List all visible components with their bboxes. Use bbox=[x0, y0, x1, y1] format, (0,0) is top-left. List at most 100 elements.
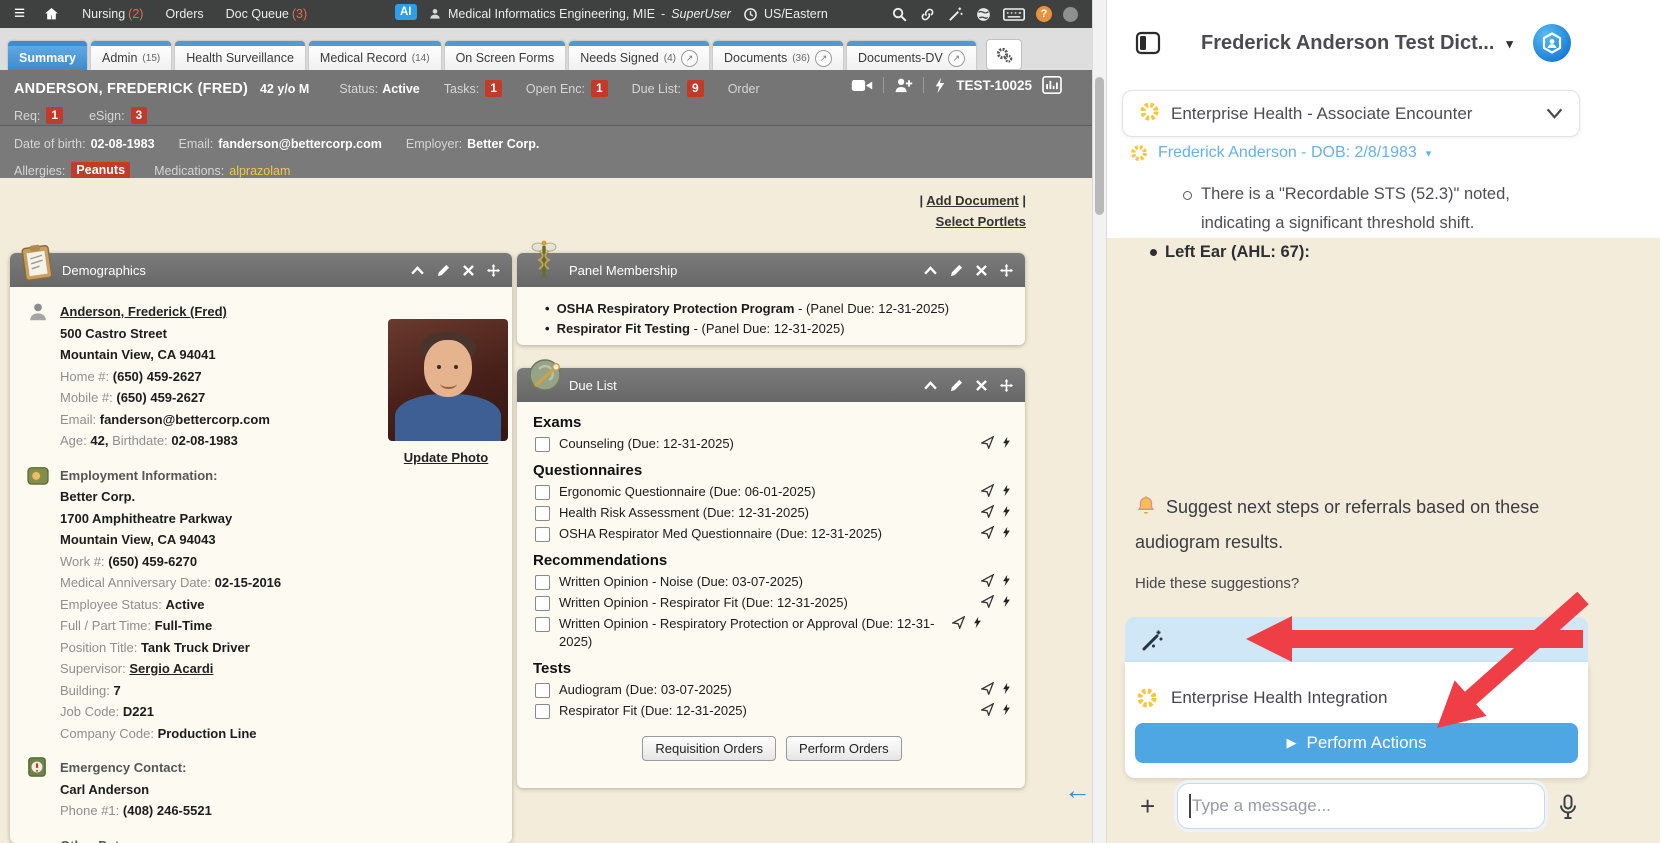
open-enc-count-badge[interactable]: 1 bbox=[591, 80, 608, 97]
send-order-icon[interactable] bbox=[981, 505, 994, 518]
send-order-icon[interactable] bbox=[981, 595, 994, 608]
perform-order-icon[interactable] bbox=[1002, 436, 1011, 449]
scrollbar-thumb[interactable] bbox=[1095, 77, 1104, 215]
checkbox[interactable] bbox=[535, 617, 550, 632]
tab-health-surveillance[interactable]: Health Surveillance bbox=[175, 41, 305, 70]
nav-orders[interactable]: Orders bbox=[165, 7, 203, 21]
bar-chart-icon[interactable] bbox=[1042, 76, 1062, 94]
popout-icon[interactable]: ↗ bbox=[815, 50, 832, 67]
checkbox[interactable] bbox=[535, 596, 550, 611]
send-order-icon[interactable] bbox=[981, 436, 994, 449]
due-list-header[interactable]: Due List bbox=[517, 368, 1025, 402]
video-camera-icon[interactable] bbox=[851, 78, 873, 93]
nav-doc-queue[interactable]: Doc Queue(3) bbox=[226, 7, 308, 21]
globe-icon[interactable] bbox=[975, 6, 992, 23]
popout-icon[interactable]: ↗ bbox=[681, 50, 698, 67]
tab-settings-button[interactable] bbox=[986, 39, 1022, 70]
edit-icon[interactable] bbox=[950, 379, 963, 392]
search-icon[interactable] bbox=[891, 6, 908, 23]
suggestion-bar[interactable] bbox=[1125, 617, 1588, 662]
order-link[interactable]: Order bbox=[728, 82, 760, 96]
encounter-card[interactable]: Enterprise Health - Associate Encounter bbox=[1122, 90, 1580, 137]
send-order-icon[interactable] bbox=[981, 682, 994, 695]
tab-needs-signed[interactable]: Needs Signed(4)↗ bbox=[569, 41, 709, 70]
microphone-icon[interactable] bbox=[1558, 794, 1578, 825]
tab-documents-dv[interactable]: Documents-DV↗ bbox=[847, 41, 976, 70]
hide-suggestions-link[interactable]: Hide these suggestions? bbox=[1135, 575, 1299, 592]
move-icon[interactable] bbox=[1000, 379, 1013, 392]
add-document-link[interactable]: Add Document bbox=[926, 193, 1018, 208]
req-count-badge[interactable]: 1 bbox=[46, 107, 63, 124]
send-order-icon[interactable] bbox=[981, 703, 994, 716]
edit-icon[interactable] bbox=[437, 264, 450, 277]
keyboard-icon[interactable] bbox=[1003, 7, 1025, 22]
bolt-icon[interactable] bbox=[934, 77, 946, 94]
help-icon[interactable]: ? bbox=[1036, 6, 1052, 22]
perform-actions-button[interactable]: ▶ Perform Actions bbox=[1135, 723, 1578, 763]
tab-admin[interactable]: Admin(15) bbox=[91, 41, 171, 70]
close-icon[interactable] bbox=[976, 265, 987, 276]
tab-medical-record[interactable]: Medical Record(14) bbox=[309, 41, 441, 70]
perform-order-icon[interactable] bbox=[1002, 682, 1011, 695]
esign-count-badge[interactable]: 3 bbox=[131, 107, 148, 124]
medication-value[interactable]: alprazolam bbox=[229, 164, 290, 178]
send-order-icon[interactable] bbox=[981, 484, 994, 497]
checkbox[interactable] bbox=[535, 704, 550, 719]
wand-icon[interactable] bbox=[947, 6, 964, 23]
collapse-icon[interactable] bbox=[924, 266, 937, 275]
move-icon[interactable] bbox=[1000, 264, 1013, 277]
home-icon[interactable] bbox=[43, 6, 60, 22]
perform-order-icon[interactable] bbox=[1002, 526, 1011, 539]
ai-badge[interactable]: AI bbox=[395, 4, 417, 20]
perform-order-icon[interactable] bbox=[1002, 595, 1011, 608]
checkbox[interactable] bbox=[535, 506, 550, 521]
requisition-orders-button[interactable]: Requisition Orders bbox=[642, 736, 776, 761]
perform-order-icon[interactable] bbox=[1002, 484, 1011, 497]
close-icon[interactable] bbox=[976, 380, 987, 391]
timezone-label[interactable]: US/Eastern bbox=[764, 7, 828, 21]
tab-documents[interactable]: Documents(36)↗ bbox=[713, 41, 843, 70]
collapse-icon[interactable] bbox=[411, 266, 424, 275]
checkbox[interactable] bbox=[535, 683, 550, 698]
popout-icon[interactable]: ↗ bbox=[948, 50, 965, 67]
send-order-icon[interactable] bbox=[981, 526, 994, 539]
tab-summary[interactable]: Summary bbox=[8, 41, 87, 70]
tab-on-screen-forms[interactable]: On Screen Forms bbox=[445, 41, 566, 70]
checkbox[interactable] bbox=[535, 437, 550, 452]
demographics-header[interactable]: Demographics bbox=[10, 253, 512, 287]
checkbox[interactable] bbox=[535, 527, 550, 542]
edit-icon[interactable] bbox=[950, 264, 963, 277]
send-order-icon[interactable] bbox=[952, 616, 965, 629]
panel-membership-header[interactable]: Panel Membership bbox=[517, 253, 1025, 287]
patient-name-link[interactable]: Anderson, Frederick (Fred) bbox=[60, 304, 227, 319]
perform-order-icon[interactable] bbox=[1002, 505, 1011, 518]
move-icon[interactable] bbox=[487, 264, 500, 277]
close-icon[interactable] bbox=[463, 265, 474, 276]
collapse-icon[interactable] bbox=[924, 381, 937, 390]
assistant-logo-icon[interactable] bbox=[1533, 24, 1571, 62]
panel-toggle-icon[interactable] bbox=[1135, 30, 1161, 61]
chevron-down-icon[interactable] bbox=[1546, 108, 1563, 119]
add-person-icon[interactable] bbox=[894, 77, 913, 93]
perform-orders-button[interactable]: Perform Orders bbox=[786, 736, 902, 761]
supervisor-link[interactable]: Sergio Acardi bbox=[129, 661, 213, 676]
attach-plus-icon[interactable]: + bbox=[1140, 791, 1155, 822]
message-input[interactable] bbox=[1177, 783, 1545, 829]
select-portlets-link[interactable]: Select Portlets bbox=[936, 214, 1026, 229]
due-list-count-badge[interactable]: 9 bbox=[687, 80, 704, 97]
link-icon[interactable] bbox=[919, 6, 936, 23]
back-arrow-icon[interactable]: ← bbox=[1064, 775, 1091, 806]
checkbox[interactable] bbox=[535, 575, 550, 590]
perform-order-icon[interactable] bbox=[1002, 703, 1011, 716]
update-photo-link[interactable]: Update Photo bbox=[404, 450, 489, 465]
conversation-title[interactable]: Frederick Anderson Test Dict... ▾ bbox=[1201, 32, 1513, 55]
perform-order-icon[interactable] bbox=[1002, 574, 1011, 587]
perform-order-icon[interactable] bbox=[973, 616, 982, 629]
scrollbar-track[interactable] bbox=[1092, 0, 1107, 843]
checkbox[interactable] bbox=[535, 485, 550, 500]
suggestion-prompt[interactable]: Suggest next steps or referrals based on… bbox=[1135, 492, 1567, 558]
allergy-badge[interactable]: Peanuts bbox=[71, 162, 130, 179]
send-order-icon[interactable] bbox=[981, 574, 994, 587]
patient-context-link[interactable]: Frederick Anderson - DOB: 2/8/1983 ▾ bbox=[1129, 143, 1431, 163]
hamburger-menu-icon[interactable]: ≡ bbox=[14, 3, 25, 25]
